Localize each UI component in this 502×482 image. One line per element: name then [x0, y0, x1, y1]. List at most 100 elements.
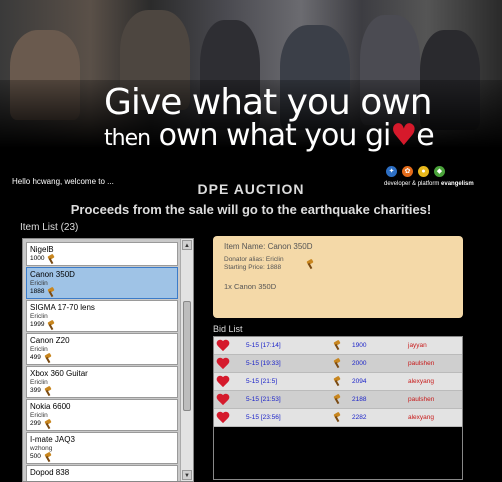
auction-hammer-icon — [332, 413, 342, 421]
auction-hammer-icon — [332, 395, 342, 403]
heart-icon — [216, 357, 232, 371]
dpe-dots: ✦ ✿ ● ◆ — [386, 166, 494, 177]
detail-starting-price: Starting Price: 1888 — [224, 264, 282, 271]
list-item[interactable]: Dopod 838 — [26, 465, 178, 481]
detail-donator: Donator alias: Ericlin — [224, 256, 284, 263]
detail-item-name: Item Name: Canon 350D — [224, 242, 313, 251]
detail-quantity: 1x Canon 350D — [224, 282, 277, 291]
item-price-row: 1888 — [30, 288, 174, 296]
item-price: 499 — [30, 354, 41, 361]
bid-row: 5-15 [23:56] 2282 alexyang — [214, 409, 462, 427]
item-name: SIGMA 17-70 lens — [30, 303, 95, 312]
item-name: Dopod 838 — [30, 468, 70, 477]
item-name: Xbox 360 Guitar — [30, 369, 88, 378]
heart-icon — [216, 339, 232, 353]
page-title: DPE AUCTION — [197, 181, 305, 197]
auction-hammer-icon — [43, 354, 53, 362]
scroll-up-arrow-icon[interactable]: ▲ — [182, 240, 192, 250]
scroll-thumb[interactable] — [183, 301, 191, 411]
tagline-end: e — [416, 118, 434, 153]
page-subtitle: Proceeds from the sale will go to the ea… — [70, 202, 432, 217]
item-list-label: Item List (23) — [20, 222, 79, 233]
bid-amount: 2282 — [352, 414, 367, 421]
list-item[interactable]: SIGMA 17-70 lens Ericlin 1999 — [26, 300, 178, 332]
heart-icon — [216, 411, 232, 425]
bid-row: 5-15 [19:33] 2000 paulshen — [214, 355, 462, 373]
bid-time: 5-15 [19:33] — [246, 360, 281, 367]
bid-user: alexyang — [408, 378, 435, 385]
item-price-row: 299 — [30, 420, 174, 428]
bid-list-label: Bid List — [213, 324, 243, 334]
item-price-row: 499 — [30, 354, 174, 362]
auction-hammer-icon — [43, 453, 53, 461]
bid-time: 5-15 [17:14] — [246, 342, 281, 349]
list-item[interactable]: NigelB 1000 — [26, 242, 178, 266]
dpe-dot-icon: ◆ — [434, 166, 445, 177]
heart-icon — [216, 375, 232, 389]
dpe-dot-icon: ✿ — [402, 166, 413, 177]
item-alias: Ericlin — [30, 379, 48, 386]
item-list-scrollbar[interactable]: ▲ ▼ — [180, 239, 193, 481]
bid-amount: 2094 — [352, 378, 367, 385]
detail-donor-info: Donator alias: Ericlin Starting Price: 1… — [224, 256, 284, 272]
bid-list: 5-15 [17:14] 1900 jayyan 5-15 [19:33] 20… — [213, 336, 463, 480]
tagline-line-1: Give what you own — [104, 82, 433, 123]
auction-hammer-icon — [46, 288, 56, 296]
item-name: Canon Z20 — [30, 336, 70, 345]
item-price-row: 500 — [30, 453, 174, 461]
dpe-dot-icon: ✦ — [386, 166, 397, 177]
list-item[interactable]: Canon 350D Ericlin 1888 — [26, 267, 178, 299]
bid-user: paulshen — [408, 360, 435, 367]
item-detail-panel: Item Name: Canon 350D Donator alias: Eri… — [213, 236, 463, 318]
item-price: 500 — [30, 453, 41, 460]
item-price: 299 — [30, 420, 41, 427]
tagline-then: then — [104, 126, 151, 151]
bid-row: 5-15 [17:14] 1900 jayyan — [214, 337, 462, 355]
item-price: 1000 — [30, 255, 45, 262]
item-price-row: 1000 — [30, 255, 174, 263]
bid-row: 5-15 [21:53] 2188 paulshen — [214, 391, 462, 409]
item-price-row: 399 — [30, 387, 174, 395]
item-price: 399 — [30, 387, 41, 394]
auction-hammer-icon — [43, 420, 53, 428]
list-item[interactable]: I-mate JAQ3 wzhong 500 — [26, 432, 178, 464]
heart-icon: ♥ — [390, 118, 417, 153]
auction-hammer-icon — [46, 321, 56, 329]
header-banner: Give what you own then own what you gi♥e — [0, 0, 502, 160]
auction-hammer-icon — [43, 387, 53, 395]
item-list[interactable]: NigelB 1000 Canon 350D Ericlin 1888 SIGM… — [22, 238, 194, 482]
bid-user: paulshen — [408, 396, 435, 403]
item-name: Canon 350D — [30, 270, 75, 279]
item-price-row: 1999 — [30, 321, 174, 329]
list-item[interactable]: Xbox 360 Guitar Ericlin 399 — [26, 366, 178, 398]
bid-time: 5-15 [21:5] — [246, 378, 278, 385]
dpe-dot-icon: ● — [418, 166, 429, 177]
auction-hammer-icon — [332, 377, 342, 385]
bid-amount: 1900 — [352, 342, 367, 349]
tagline-line-2: then own what you gi♥e — [104, 118, 435, 153]
auction-hammer-icon — [46, 255, 56, 263]
auction-hammer-icon[interactable] — [305, 260, 315, 268]
item-name: Nokia 6600 — [30, 402, 71, 411]
item-list-inner: NigelB 1000 Canon 350D Ericlin 1888 SIGM… — [26, 242, 178, 481]
bid-time: 5-15 [21:53] — [246, 396, 281, 403]
item-alias: Ericlin — [30, 346, 48, 353]
item-price: 1888 — [30, 288, 45, 295]
item-name: I-mate JAQ3 — [30, 435, 75, 444]
scroll-down-arrow-icon[interactable]: ▼ — [182, 470, 192, 480]
bid-user: alexyang — [408, 414, 435, 421]
auction-hammer-icon — [332, 359, 342, 367]
list-item[interactable]: Nokia 6600 Ericlin 299 — [26, 399, 178, 431]
bid-user: jayyan — [408, 342, 427, 349]
heart-icon — [216, 393, 232, 407]
item-alias: Ericlin — [30, 412, 48, 419]
list-item[interactable]: Canon Z20 Ericlin 499 — [26, 333, 178, 365]
bid-amount: 2000 — [352, 360, 367, 367]
item-price: 1999 — [30, 321, 45, 328]
bid-time: 5-15 [23:56] — [246, 414, 281, 421]
bid-amount: 2188 — [352, 396, 367, 403]
auction-hammer-icon — [332, 341, 342, 349]
bid-row: 5-15 [21:5] 2094 alexyang — [214, 373, 462, 391]
item-alias: wzhong — [30, 445, 53, 452]
tagline-main: own what you gi — [158, 118, 392, 153]
